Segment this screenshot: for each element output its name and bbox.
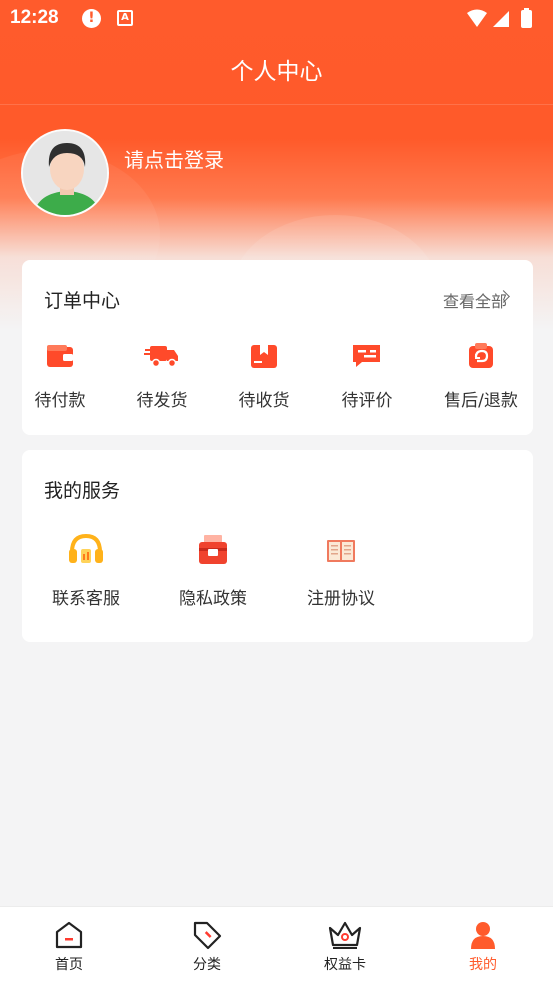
order-item-label: 待收货 [238,391,290,411]
tab-label: 首页 [55,957,83,973]
service-label: 联系客服 [52,589,120,609]
package-icon [251,345,277,368]
tag-icon [193,921,222,950]
service-label: 隐私政策 [179,589,247,609]
header-divider [0,104,553,105]
order-item-after-sales[interactable]: 售后/退款 [431,340,531,411]
status-time: 12:28 [10,7,59,28]
home-icon [55,921,83,949]
service-label: 注册协议 [307,589,375,609]
service-registration-agreement[interactable]: 注册协议 [286,532,396,609]
tab-label: 权益卡 [324,957,366,973]
alert-notification-icon: ! [82,9,101,28]
system-status-icons [467,8,532,28]
order-item-pending-review[interactable]: 待评价 [317,340,417,411]
tab-membership-card[interactable]: 权益卡 [300,919,390,974]
order-item-label: 待付款 [34,391,86,411]
crown-icon [328,921,362,949]
tab-label: 分类 [193,957,221,973]
wifi-icon [467,9,487,27]
wallet-icon [47,345,73,367]
service-contact-support[interactable]: 联系客服 [31,532,141,609]
order-center-title: 订单中心 [44,290,121,312]
default-avatar-icon [23,131,107,215]
order-item-label: 待评价 [341,391,393,411]
order-item-label: 待发货 [136,391,188,411]
my-services-title: 我的服务 [44,480,121,502]
tab-category[interactable]: 分类 [162,919,252,974]
refund-icon [469,343,493,368]
status-bar: 12:28 ! A [0,0,553,38]
view-all-orders-link[interactable]: 查看全部 [443,288,507,312]
tab-mine[interactable]: 我的 [438,919,528,974]
truck-icon [144,346,178,368]
order-item-pending-shipment[interactable]: 待发货 [112,340,212,411]
bottom-tab-bar: 首页 分类 权益卡 我的 [0,906,553,984]
comment-icon [353,345,380,367]
order-item-label: 售后/退款 [444,391,518,411]
headset-icon [69,533,103,563]
order-item-pending-payment[interactable]: 待付款 [10,340,110,411]
privacy-box-icon [199,535,227,564]
tab-label: 我的 [469,957,497,973]
person-icon [471,922,495,949]
book-icon [327,540,355,562]
battery-icon [521,10,532,28]
avatar[interactable] [21,129,109,217]
tab-home[interactable]: 首页 [24,919,114,974]
login-prompt[interactable]: 请点击登录 [124,144,224,173]
page-title: 个人中心 [230,59,323,85]
order-item-pending-receipt[interactable]: 待收货 [214,340,314,411]
app-notification-icon: A [117,10,133,26]
signal-icon [493,11,509,27]
service-privacy-policy[interactable]: 隐私政策 [158,532,268,609]
